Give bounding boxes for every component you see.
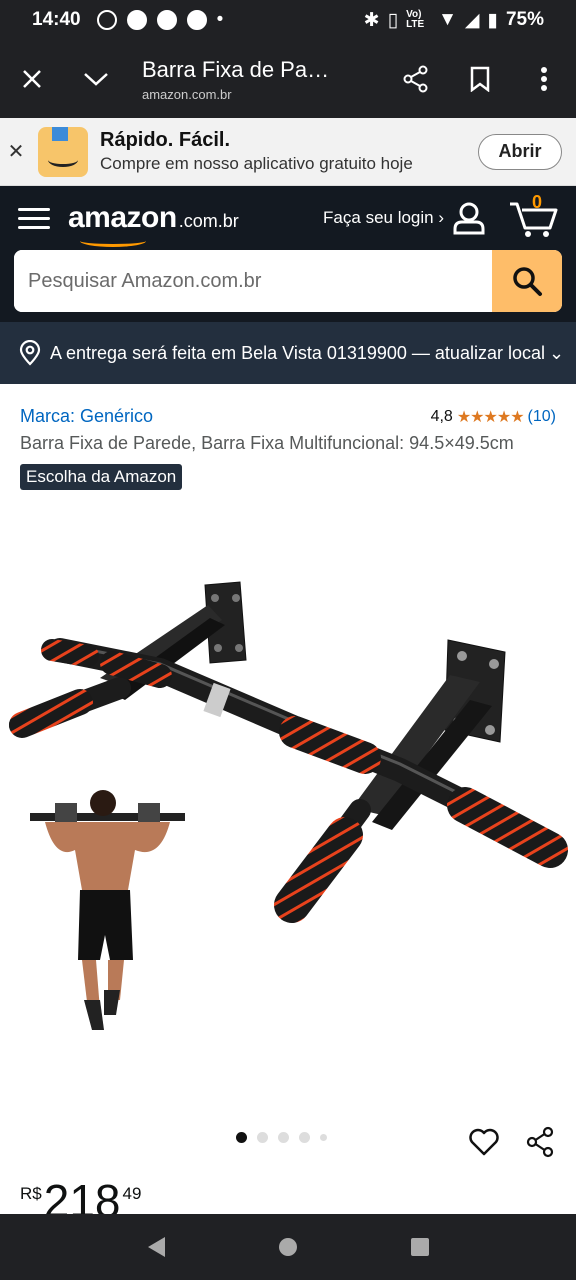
image-carousel-dots[interactable] bbox=[236, 1132, 327, 1143]
wishlist-button[interactable] bbox=[466, 1124, 502, 1160]
delivery-text: A entrega será feita em Bela Vista 01319… bbox=[50, 342, 545, 363]
banner-title: Rápido. Fácil. bbox=[100, 129, 231, 151]
search-button[interactable] bbox=[492, 250, 562, 312]
product-image[interactable] bbox=[0, 560, 576, 1060]
cart-count: 0 bbox=[532, 192, 543, 212]
rating-count: (10) bbox=[527, 407, 556, 425]
product-info: Marca: Genérico 4,8 ★★★★★ (10) Barra Fix… bbox=[0, 384, 576, 490]
system-status: ✱ ▯ Vo) LTE ▼ ◢ ▮ 75% bbox=[364, 9, 544, 32]
browser-title-area: Barra Fixa de Parede, Barra Fixa Multifu… bbox=[128, 57, 384, 102]
banner-subtitle: Compre em nosso aplicativo gratuito hoje bbox=[100, 154, 413, 173]
browser-page-title: Barra Fixa de Parede, Barra Fixa Multifu… bbox=[142, 56, 332, 82]
menu-button[interactable] bbox=[512, 40, 576, 118]
volte-icon: Vo) LTE bbox=[406, 9, 425, 30]
banner-text: Rápido. Fácil. Compre em nosso aplicativ… bbox=[100, 129, 478, 174]
bookmark-icon bbox=[470, 66, 490, 92]
wifi-icon: ▼ bbox=[438, 9, 457, 30]
bookmark-button[interactable] bbox=[448, 40, 512, 118]
system-navigation-bar bbox=[0, 1214, 576, 1280]
product-share-button[interactable] bbox=[522, 1124, 558, 1160]
battery-level: 75% bbox=[505, 9, 544, 30]
open-app-button[interactable]: Abrir bbox=[478, 133, 562, 170]
amazon-logo[interactable]: amazon .com.br bbox=[68, 201, 239, 247]
bluetooth-icon: ✱ bbox=[363, 9, 380, 31]
back-icon[interactable] bbox=[145, 1235, 167, 1259]
amazon-header: amazon .com.br Faça seu login › 0 bbox=[0, 186, 576, 322]
person-doing-pullup-icon bbox=[30, 790, 185, 1030]
close-tab-button[interactable] bbox=[0, 40, 64, 118]
carousel-dot-active[interactable] bbox=[236, 1132, 247, 1143]
carousel-dot[interactable] bbox=[278, 1132, 289, 1143]
banner-close-button[interactable]: ✕ bbox=[0, 139, 32, 164]
app-install-banner: ✕ Rápido. Fácil. Compre em nosso aplicat… bbox=[0, 118, 576, 186]
status-time: 14:40 bbox=[32, 9, 81, 30]
carousel-dot[interactable] bbox=[257, 1132, 268, 1143]
logo-smile bbox=[80, 235, 146, 247]
minimize-button[interactable] bbox=[64, 40, 128, 118]
header-top-row: amazon .com.br Faça seu login › 0 bbox=[0, 186, 576, 250]
search-row bbox=[0, 250, 576, 322]
vibrate-icon: ▯ bbox=[387, 9, 399, 31]
facebook-icon bbox=[126, 10, 147, 30]
rating-value: 4,8 bbox=[430, 407, 453, 425]
search-box bbox=[14, 250, 562, 312]
home-icon[interactable] bbox=[277, 1236, 299, 1258]
cart-button[interactable]: 0 bbox=[508, 192, 558, 238]
browser-toolbar: Barra Fixa de Parede, Barra Fixa Multifu… bbox=[0, 40, 576, 118]
more-notifications-icon: • bbox=[216, 9, 224, 30]
whatsapp-icon bbox=[96, 10, 117, 30]
more-vert-icon bbox=[541, 67, 547, 91]
brand-link[interactable]: Marca: Genérico bbox=[20, 406, 153, 427]
search-icon bbox=[513, 267, 542, 296]
product-title: Barra Fixa de Parede, Barra Fixa Multifu… bbox=[20, 433, 514, 453]
user-icon bbox=[453, 202, 485, 235]
brand-row: Marca: Genérico 4,8 ★★★★★ (10) bbox=[0, 384, 576, 427]
battery-icon: ▮ bbox=[487, 9, 498, 31]
status-bar: 14:40 • ✱ ▯ Vo) LTE ▼ ◢ ▮ 75% bbox=[0, 0, 576, 40]
logo-tld: .com.br bbox=[178, 211, 239, 231]
delivery-location-bar[interactable]: A entrega será feita em Bela Vista 01319… bbox=[0, 322, 576, 384]
logo-text: amazon bbox=[68, 201, 177, 234]
heart-icon bbox=[469, 1128, 499, 1156]
share-icon bbox=[403, 65, 428, 93]
login-label: Faça seu login › bbox=[323, 208, 444, 227]
share-button[interactable] bbox=[384, 40, 448, 118]
facebook-icon bbox=[156, 10, 177, 30]
chevron-down-icon bbox=[84, 73, 108, 86]
amazon-choice-badge: Escolha da Amazon bbox=[20, 464, 183, 490]
signal-icon: ◢ bbox=[464, 9, 480, 31]
share-icon bbox=[526, 1126, 554, 1158]
recents-icon[interactable] bbox=[409, 1236, 431, 1258]
facebook-icon bbox=[186, 10, 207, 30]
location-pin-icon bbox=[19, 340, 41, 366]
amazon-app-icon bbox=[38, 126, 88, 177]
browser-url: amazon.com.br bbox=[142, 86, 232, 102]
price-cents: 49 bbox=[122, 1184, 142, 1203]
search-input[interactable] bbox=[14, 250, 492, 312]
login-link[interactable]: Faça seu login › bbox=[323, 201, 486, 235]
price-currency: R$ bbox=[20, 1184, 42, 1203]
close-icon bbox=[23, 70, 41, 88]
carousel-dot[interactable] bbox=[299, 1132, 310, 1143]
carousel-dot[interactable] bbox=[320, 1134, 327, 1141]
menu-icon[interactable] bbox=[18, 207, 50, 229]
notification-icons: • bbox=[96, 9, 224, 31]
chevron-down-icon: ⌄ bbox=[548, 342, 565, 363]
star-rating-icon: ★★★★★ bbox=[456, 408, 525, 426]
rating[interactable]: 4,8 ★★★★★ (10) bbox=[431, 407, 556, 427]
